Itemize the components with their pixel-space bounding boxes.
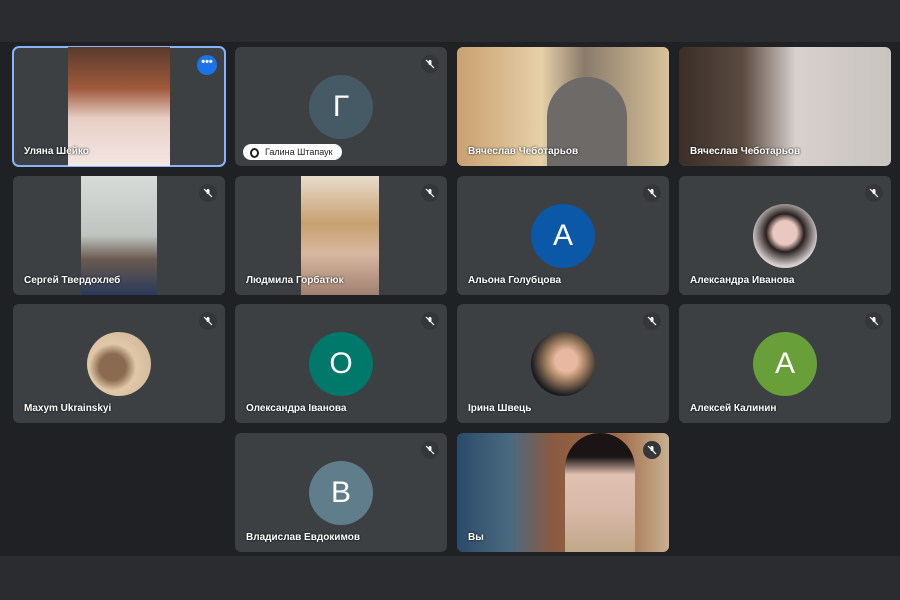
participant-tile[interactable]: Сергей Твердохлеб bbox=[13, 176, 225, 295]
participant-tile[interactable]: Г Галина Штапаук bbox=[235, 47, 447, 166]
participant-tile[interactable]: Maxym Ukrainskyi bbox=[13, 304, 225, 423]
mic-off-icon bbox=[199, 184, 217, 202]
avatar: А bbox=[753, 332, 817, 396]
mic-off-icon bbox=[421, 55, 439, 73]
participant-name-pill: Галина Штапаук bbox=[243, 144, 342, 160]
participant-tile[interactable]: Вы bbox=[457, 433, 669, 552]
person-silhouette bbox=[565, 433, 635, 552]
participant-name: Вячеслав Чеботарьов bbox=[690, 146, 801, 157]
profile-photo bbox=[87, 332, 151, 396]
bottom-bar bbox=[0, 556, 900, 600]
mic-off-icon bbox=[865, 312, 883, 330]
profile-photo bbox=[531, 332, 595, 396]
participant-name: Ірина Швець bbox=[468, 403, 532, 414]
participant-tile[interactable]: А Алексей Калинин bbox=[679, 304, 891, 423]
avatar: Г bbox=[309, 75, 373, 139]
participant-name: Вячеслав Чеботарьов bbox=[468, 146, 579, 157]
participant-tile[interactable]: Вячеслав Чеботарьов bbox=[457, 47, 669, 166]
participant-tile[interactable]: ••• Уляна Шейко bbox=[12, 46, 226, 167]
participant-name: Владислав Евдокимов bbox=[246, 532, 360, 543]
mic-off-icon bbox=[643, 312, 661, 330]
avatar: В bbox=[309, 461, 373, 525]
mic-off-icon bbox=[421, 184, 439, 202]
avatar: А bbox=[531, 204, 595, 268]
participant-tile[interactable]: Ірина Швець bbox=[457, 304, 669, 423]
participant-tile[interactable]: Людмила Горбатюк bbox=[235, 176, 447, 295]
participant-tile[interactable]: Вячеслав Чеботарьов bbox=[679, 47, 891, 166]
mic-off-icon bbox=[865, 184, 883, 202]
more-options-button[interactable]: ••• bbox=[197, 55, 217, 75]
avatar: О bbox=[309, 332, 373, 396]
mic-off-icon bbox=[421, 312, 439, 330]
participant-tile[interactable]: О Олександра Іванова bbox=[235, 304, 447, 423]
participant-name: Галина Штапаук bbox=[265, 147, 333, 157]
participant-name: Алексей Калинин bbox=[690, 403, 777, 414]
participant-name: Сергей Твердохлеб bbox=[24, 275, 121, 286]
participant-name: Александра Иванова bbox=[690, 275, 795, 286]
profile-photo bbox=[753, 204, 817, 268]
mic-off-icon bbox=[199, 312, 217, 330]
video-feed bbox=[457, 433, 669, 552]
top-bar bbox=[0, 0, 900, 42]
participant-name: Альона Голубцова bbox=[468, 275, 562, 286]
presenting-icon bbox=[250, 148, 259, 158]
participant-name: Вы bbox=[468, 532, 484, 543]
participant-tile[interactable]: А Альона Голубцова bbox=[457, 176, 669, 295]
mic-off-icon bbox=[643, 441, 661, 459]
participant-name: Людмила Горбатюк bbox=[246, 275, 344, 286]
participant-tile[interactable]: Александра Иванова bbox=[679, 176, 891, 295]
mic-off-icon bbox=[643, 184, 661, 202]
mic-off-icon bbox=[421, 441, 439, 459]
participant-name: Maxym Ukrainskyi bbox=[24, 403, 112, 414]
participant-name: Уляна Шейко bbox=[24, 146, 89, 157]
participant-name: Олександра Іванова bbox=[246, 403, 347, 414]
participant-tile[interactable]: В Владислав Евдокимов bbox=[235, 433, 447, 552]
